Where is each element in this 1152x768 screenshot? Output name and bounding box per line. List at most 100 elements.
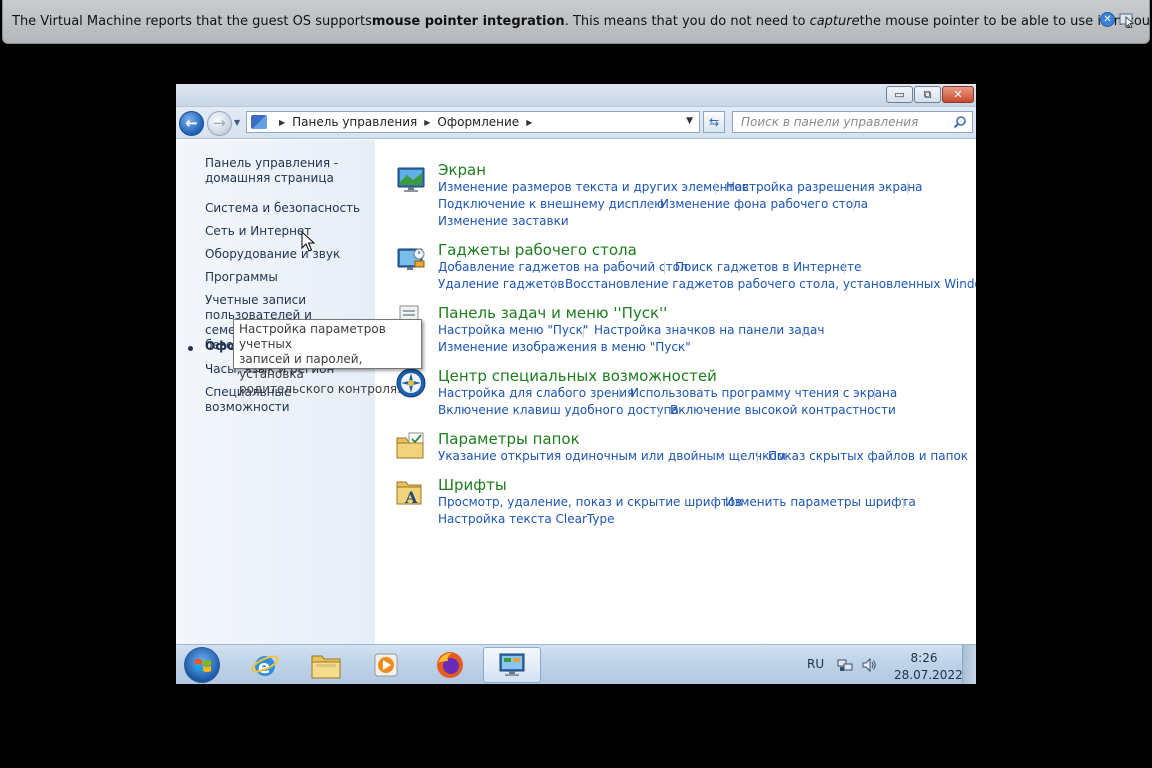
link-customize-start-menu[interactable]: Настройка меню "Пуск" bbox=[438, 323, 588, 337]
link-separator bbox=[874, 388, 875, 400]
link-separator bbox=[715, 182, 716, 194]
section-title-display[interactable]: Экран bbox=[438, 161, 486, 179]
start-button[interactable] bbox=[184, 647, 220, 683]
close-icon[interactable]: ✕ bbox=[1100, 12, 1115, 27]
back-button[interactable]: ← bbox=[179, 111, 204, 136]
forward-button[interactable]: → bbox=[207, 111, 232, 136]
address-bar[interactable]: ▶ Панель управления ▶ Оформление ▶ ▼ bbox=[246, 111, 700, 133]
control-panel-icon bbox=[251, 115, 267, 129]
link-separator bbox=[757, 451, 758, 463]
maximize-button[interactable]: ⧉ bbox=[914, 86, 941, 103]
link-find-gadgets[interactable]: Поиск гаджетов в Интернете bbox=[675, 260, 862, 274]
nav-programs[interactable]: Программы bbox=[205, 270, 278, 285]
link-separator bbox=[649, 199, 650, 211]
clock[interactable]: 8:26 28.07.2022 bbox=[894, 650, 963, 684]
language-indicator[interactable]: RU bbox=[807, 657, 824, 671]
link-text-size[interactable]: Изменение размеров текста и других элеме… bbox=[438, 180, 749, 194]
link-desktop-background[interactable]: Изменение фона рабочего стола bbox=[660, 197, 868, 211]
nav-system-security[interactable]: Система и безопасность bbox=[205, 201, 360, 216]
link-separator bbox=[853, 199, 854, 211]
minimize-button[interactable]: ▭ bbox=[886, 86, 913, 103]
current-item-bullet bbox=[188, 346, 193, 351]
link-add-gadgets[interactable]: Добавление гаджетов на рабочий стол bbox=[438, 260, 688, 274]
link-screensaver[interactable]: Изменение заставки bbox=[438, 214, 569, 228]
banner-text-before: The Virtual Machine reports that the gue… bbox=[12, 14, 372, 29]
link-manage-fonts[interactable]: Просмотр, удаление, показ и скрытие шриф… bbox=[438, 495, 742, 509]
minimize-icon: ▭ bbox=[894, 88, 905, 101]
link-start-menu-picture[interactable]: Изменение изображения в меню "Пуск" bbox=[438, 340, 691, 354]
banner-icons: ✕ bbox=[1100, 12, 1135, 28]
recent-pages-dropdown[interactable]: ▼ bbox=[234, 118, 240, 127]
mouse-integration-icon[interactable] bbox=[1119, 12, 1135, 28]
link-screen-reader[interactable]: Использовать программу чтения с экрана bbox=[630, 386, 897, 400]
fonts-icon: A bbox=[396, 481, 422, 507]
link-separator bbox=[619, 388, 620, 400]
link-separator bbox=[583, 325, 584, 337]
section-title-fonts[interactable]: Шрифты bbox=[438, 476, 507, 494]
link-separator bbox=[803, 325, 804, 337]
navigation-bar: ← → ▼ ▶ Панель управления ▶ Оформление ▶… bbox=[176, 107, 976, 139]
window-titlebar[interactable]: ▭ ⧉ ✕ bbox=[176, 84, 976, 107]
breadcrumb-control-panel[interactable]: Панель управления bbox=[292, 115, 417, 129]
firefox-icon bbox=[437, 652, 463, 678]
gadgets-icon bbox=[397, 248, 425, 270]
volume-icon[interactable] bbox=[861, 657, 877, 673]
link-external-display[interactable]: Подключение к внешнему дисплею bbox=[438, 197, 664, 211]
taskbar: e RU 8:26 28.07.2022 bbox=[176, 644, 976, 684]
link-separator bbox=[554, 279, 555, 291]
section-title-folder-options[interactable]: Параметры папок bbox=[438, 430, 580, 448]
section-title-ease-of-access[interactable]: Центр специальных возможностей bbox=[438, 367, 717, 385]
link-separator bbox=[714, 497, 715, 509]
taskbar-app-internet-explorer[interactable]: e bbox=[236, 647, 294, 683]
breadcrumb-arrow-icon[interactable]: ▶ bbox=[424, 118, 430, 127]
vbox-notification-banner: The Virtual Machine reports that the gue… bbox=[2, 0, 1150, 44]
nav-hardware-sound[interactable]: Оборудование и звук bbox=[205, 247, 340, 262]
clock-date: 28.07.2022 bbox=[894, 668, 963, 682]
link-high-contrast[interactable]: Включение высокой контрастности bbox=[670, 403, 896, 417]
link-single-double-click[interactable]: Указание открытия одиночным или двойным … bbox=[438, 449, 786, 463]
taskbar-app-media-player[interactable] bbox=[357, 647, 415, 683]
home-link[interactable]: Панель управления - домашняя страница bbox=[205, 156, 338, 186]
svg-text:A: A bbox=[404, 488, 418, 507]
link-remove-gadgets[interactable]: Удаление гаджетов bbox=[438, 277, 564, 291]
banner-italic: capture bbox=[809, 14, 860, 29]
search-placeholder: Поиск в панели управления bbox=[741, 115, 919, 129]
caption-buttons: ▭ ⧉ ✕ bbox=[885, 86, 974, 103]
guest-screen: ▭ ⧉ ✕ ← → ▼ ▶ Панель управления ▶ Оформл… bbox=[176, 84, 976, 684]
close-icon: ✕ bbox=[953, 88, 963, 101]
link-taskbar-icons[interactable]: Настройка значков на панели задач bbox=[594, 323, 824, 337]
refresh-button[interactable]: ⇆ bbox=[703, 111, 725, 133]
clock-time: 8:26 bbox=[910, 651, 938, 665]
show-desktop-button[interactable] bbox=[962, 645, 976, 684]
link-screen-resolution[interactable]: Настройка разрешения экрана bbox=[726, 180, 923, 194]
banner-text-middle: . This means that you do not need to bbox=[564, 14, 806, 29]
link-sticky-keys[interactable]: Включение клавиш удобного доступа bbox=[438, 403, 679, 417]
link-low-vision[interactable]: Настройка для слабого зрения bbox=[438, 386, 634, 400]
breadcrumb-arrow-icon[interactable]: ▶ bbox=[279, 118, 285, 127]
taskbar-app-control-panel[interactable] bbox=[483, 647, 541, 683]
taskbar-app-explorer[interactable] bbox=[297, 647, 355, 683]
maximize-icon: ⧉ bbox=[923, 88, 932, 101]
windows-logo-icon bbox=[195, 659, 211, 672]
section-title-gadgets[interactable]: Гаджеты рабочего стола bbox=[438, 241, 637, 259]
breadcrumb-appearance[interactable]: Оформление bbox=[437, 115, 519, 129]
taskbar-app-firefox[interactable] bbox=[421, 647, 479, 683]
mouse-cursor-icon bbox=[301, 231, 315, 252]
folder-options-icon bbox=[396, 432, 424, 459]
network-icon[interactable] bbox=[837, 657, 853, 673]
display-icon bbox=[397, 167, 425, 192]
user-accounts-tooltip: Настройка параметров учетных записей и п… bbox=[233, 319, 422, 396]
search-icon[interactable] bbox=[953, 115, 967, 129]
link-font-settings[interactable]: Изменить параметры шрифта bbox=[725, 495, 916, 509]
link-restore-gadgets[interactable]: Восстановление гаджетов рабочего стола, … bbox=[565, 277, 976, 291]
link-cleartype[interactable]: Настройка текста ClearType bbox=[438, 512, 614, 526]
internet-explorer-icon: e bbox=[251, 655, 279, 678]
link-hidden-files[interactable]: Показ скрытых файлов и папок bbox=[768, 449, 968, 463]
search-input[interactable]: Поиск в панели управления bbox=[732, 111, 973, 133]
breadcrumb-arrow-icon[interactable]: ▶ bbox=[526, 118, 532, 127]
media-player-icon bbox=[374, 653, 398, 677]
section-title-taskbar[interactable]: Панель задач и меню ''Пуск'' bbox=[438, 304, 667, 322]
close-button[interactable]: ✕ bbox=[942, 86, 974, 103]
nav-network-internet[interactable]: Сеть и Интернет bbox=[205, 224, 311, 239]
address-dropdown-icon[interactable]: ▼ bbox=[686, 116, 693, 126]
